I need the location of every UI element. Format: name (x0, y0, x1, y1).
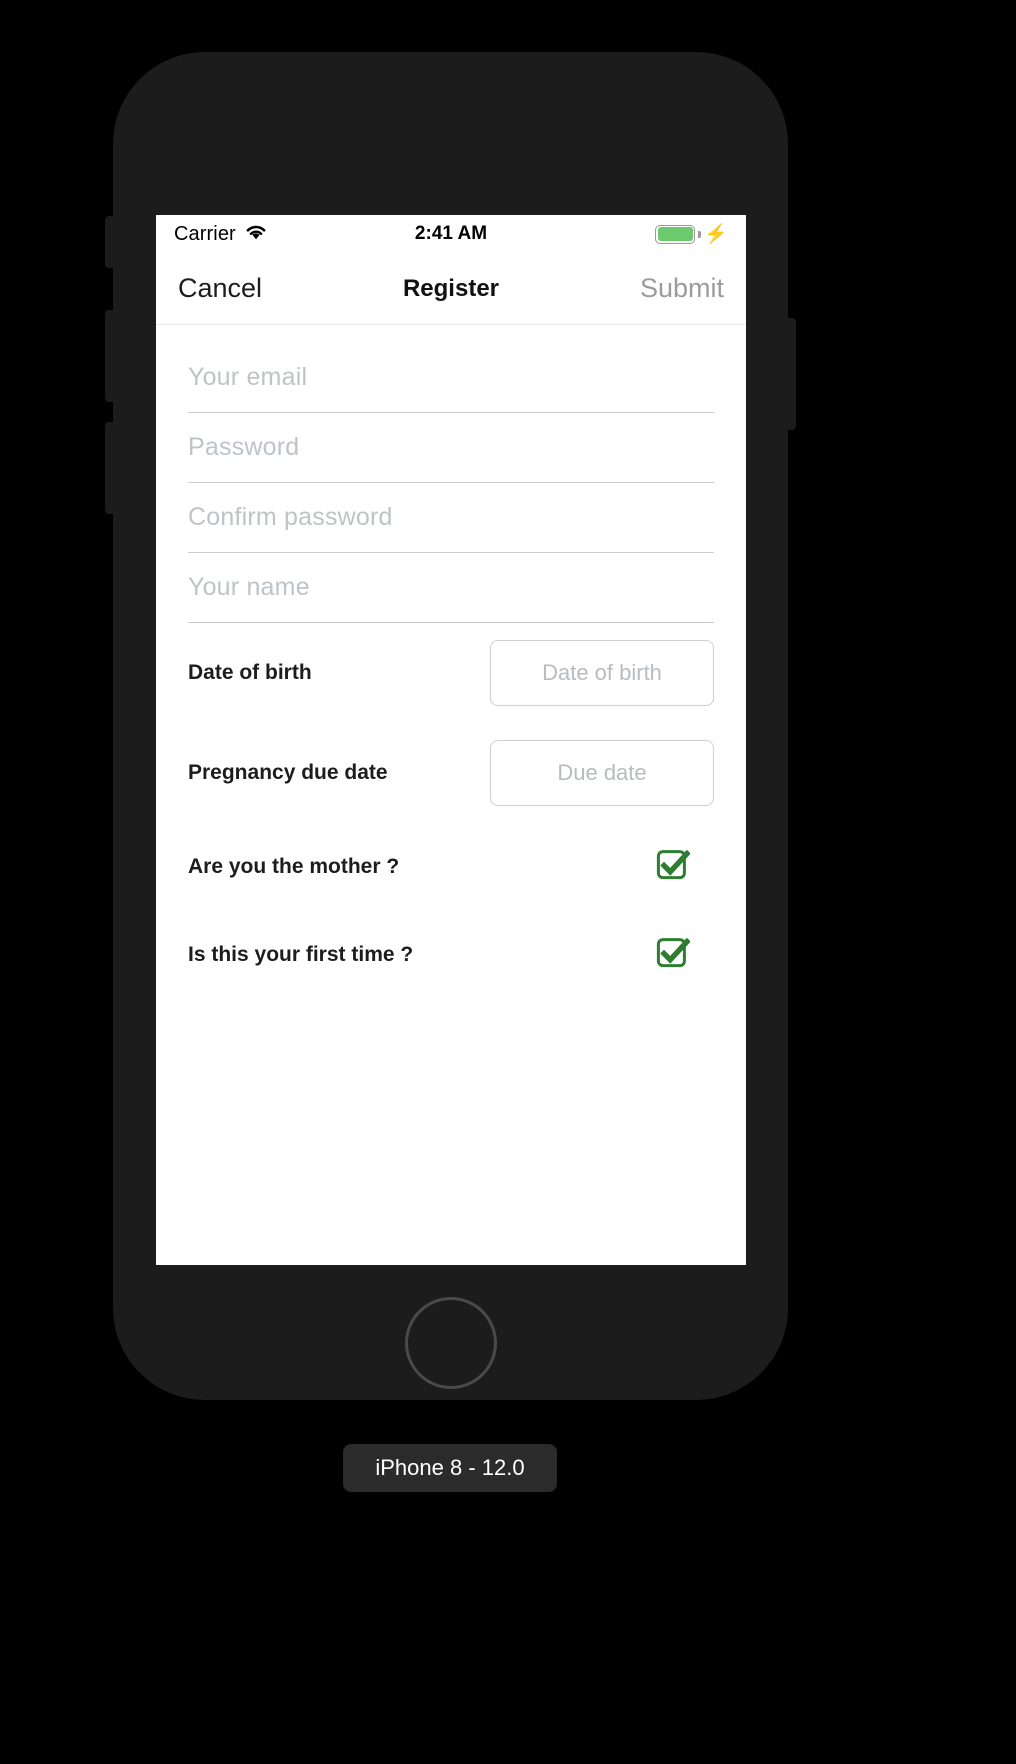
full-name-field-placeholder: Your name (188, 573, 310, 601)
submit-button[interactable]: Submit (640, 273, 724, 304)
navigation-bar: Cancel Register Submit (156, 253, 746, 325)
clock-text: 2:41 AM (414, 223, 488, 244)
first-time-question-label: Is this your first time ? (188, 943, 414, 966)
device-caption-label: iPhone 8 - 12.0 (375, 1455, 525, 1480)
checkbox-checked-icon (656, 848, 691, 887)
email-field[interactable]: Your email (188, 343, 714, 413)
simulator-stage: Carrier 2:41 AM ⚡ Cancel Register Submit… (0, 0, 1016, 1764)
date-of-birth-label: Date of birth (188, 661, 312, 684)
silent-switch[interactable] (105, 216, 114, 268)
page-title-text: Register (402, 274, 500, 302)
volume-down-button[interactable] (105, 422, 114, 514)
home-button[interactable] (405, 1297, 497, 1389)
due-date-placeholder: Due date (557, 760, 647, 785)
registration-form: Your email Password Confirm password You… (156, 325, 746, 999)
due-date-row: Pregnancy due date Due date (188, 723, 714, 823)
mother-question-label: Are you the mother ? (188, 855, 400, 878)
date-of-birth-input[interactable]: Date of birth (490, 640, 714, 706)
carrier-label: Carrier (174, 222, 236, 245)
full-name-field[interactable]: Your name (188, 553, 714, 623)
device-caption: iPhone 8 - 12.0 (343, 1444, 557, 1492)
battery-nub (698, 230, 702, 238)
mother-checkbox[interactable] (654, 848, 714, 887)
confirm-password-field-placeholder: Confirm password (188, 503, 393, 531)
password-field[interactable]: Password (188, 413, 714, 483)
status-bar-right: ⚡ (655, 223, 728, 245)
mother-question-row: Are you the mother ? (188, 823, 714, 911)
volume-up-button[interactable] (105, 310, 114, 402)
date-of-birth-placeholder: Date of birth (542, 660, 662, 685)
password-field-placeholder: Password (188, 433, 300, 461)
due-date-label: Pregnancy due date (188, 761, 388, 784)
cancel-button[interactable]: Cancel (178, 273, 262, 304)
status-bar: Carrier 2:41 AM ⚡ (156, 215, 746, 253)
checkbox-checked-icon (656, 936, 691, 975)
confirm-password-field[interactable]: Confirm password (188, 483, 714, 553)
status-bar-left: Carrier (174, 223, 268, 246)
power-button[interactable] (787, 318, 796, 430)
device-screen: Carrier 2:41 AM ⚡ Cancel Register Submit… (156, 215, 746, 1265)
due-date-input[interactable]: Due date (490, 740, 714, 806)
first-time-checkbox[interactable] (654, 936, 714, 975)
lightning-bolt-icon: ⚡ (704, 223, 728, 245)
first-time-question-row: Is this your first time ? (188, 911, 714, 999)
battery-icon (655, 224, 696, 244)
email-field-placeholder: Your email (188, 363, 308, 391)
wifi-icon (244, 223, 268, 246)
date-of-birth-row: Date of birth Date of birth (188, 623, 714, 723)
battery-fill (657, 227, 693, 241)
